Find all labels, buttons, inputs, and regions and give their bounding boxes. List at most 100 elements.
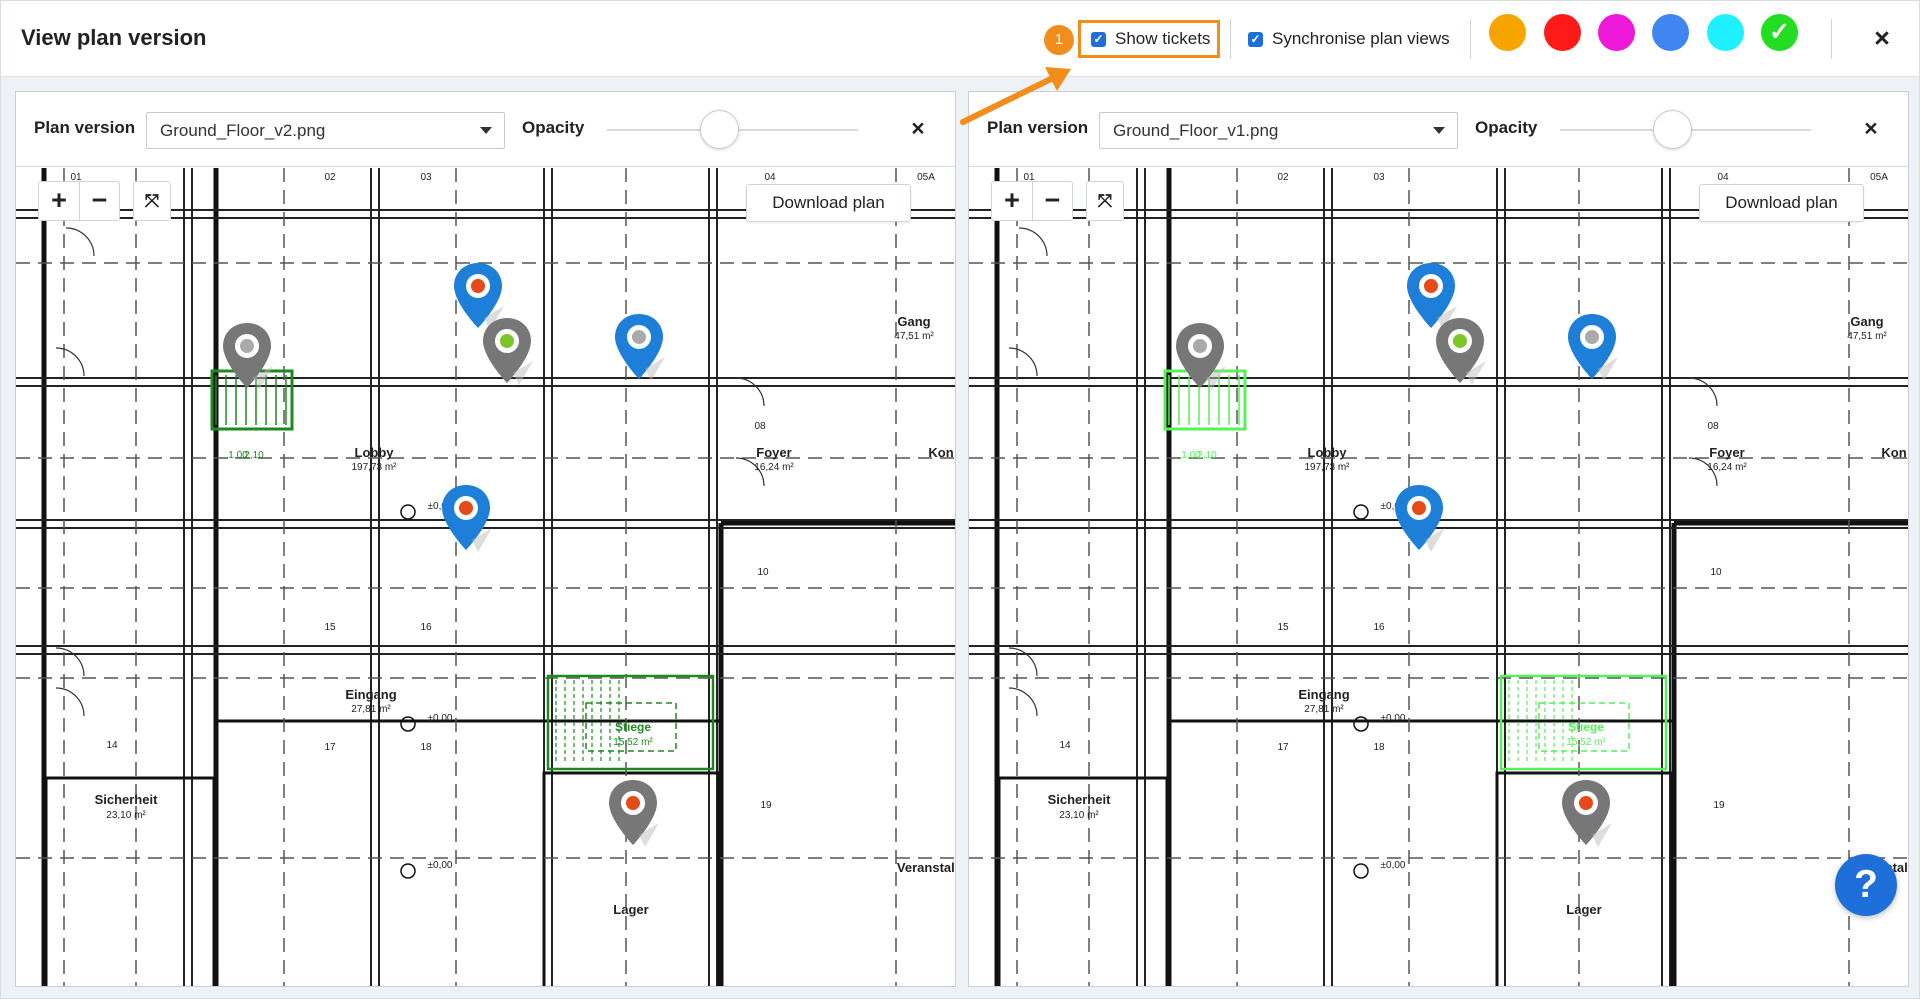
elevation-marker [1353,716,1369,732]
opacity-label: Opacity [522,118,585,137]
pin-dot [1193,339,1207,353]
room-name: Gang [1850,314,1883,329]
color-swatch-blue[interactable] [1652,14,1689,51]
plan-panel-left: Plan version Ground_Floor_v2.png Opacity… [15,91,956,987]
room-name: Lobby [1308,445,1348,460]
door-number: 05A [917,172,935,183]
elevation-label: ±0,00 [1381,860,1406,871]
ticket-pin-blue-grey [1568,314,1618,381]
floor-plan-drawing[interactable]: 1,002,10 Stiege 15,52 m² Lobby 197,73 m² Foye… [16,168,955,987]
plan-version-label: Plan version [34,118,136,137]
room-area: 197,73 m² [1304,462,1350,473]
pin-dot [1412,501,1426,515]
ticket-pin-grey-green [483,318,533,385]
color-swatch-red[interactable] [1544,14,1581,51]
room-area: 15,52 m² [1566,737,1606,748]
room-area: 27,81 m² [1304,704,1344,715]
zoom-controls: + − [38,181,120,221]
dialog-close-button[interactable]: × [1868,24,1896,52]
panel-close-button[interactable]: × [1859,114,1883,142]
ticket-pin-blue-red [442,485,492,552]
elevation-label: ±0,00 [428,713,453,724]
plan-version-select[interactable]: Ground_Floor_v1.png [1099,112,1458,149]
door-swing [1008,347,1038,377]
plan-version-value: Ground_Floor_v1.png [1113,121,1279,140]
opacity-label: Opacity [1475,118,1538,137]
elevation-marker [400,716,416,732]
elevation-marker [400,863,416,879]
show-tickets-label: Show tickets [1115,29,1211,48]
elevation-label: ±0,00 [1381,713,1406,724]
door-swing [55,647,85,677]
door-number: 03 [1373,172,1385,183]
elevation-marker [1353,863,1369,879]
synchronise-checkbox[interactable]: ✓ [1248,31,1263,47]
room-name: Sicherheit [1048,792,1112,807]
door-number: 02 [324,172,336,183]
plan-geometry: 1,002,10 Stiege 15,52 m² Lobby 197,73 m² Foye… [16,168,955,986]
zoom-out-button[interactable]: − [79,182,119,220]
pin-dot [500,334,514,348]
chevron-down-icon [1433,127,1445,134]
room-name: Foyer [756,445,791,460]
pin-dot [471,279,485,293]
download-plan-button[interactable]: Download plan [1699,184,1864,222]
door-number: 10 [757,567,769,578]
ticket-pin-grey-red [609,780,659,847]
door-number: 08 [1707,421,1719,432]
elevation-marker [400,504,416,520]
dialog-title: View plan version [21,25,207,50]
plan-viewer[interactable]: 1,00 2,10 Stiege 15,52 m² Lobby 197,73 m² Foye… [16,168,955,987]
color-swatch-magenta[interactable] [1598,14,1635,51]
opacity-slider-thumb[interactable] [699,110,739,149]
fit-screen-icon[interactable]: ⤧ [133,181,171,221]
room-area: 197,73 m² [351,462,397,473]
door-number: 14 [106,740,118,751]
door-swing [1008,647,1038,677]
fit-screen-icon[interactable]: ⤧ [1086,181,1124,221]
synchronise-toggle[interactable]: ✓ Synchronise plan views [1248,20,1450,58]
room-name: Sicherheit [95,792,159,807]
door-number: 17 [324,742,336,753]
room-name: Veranstalt [897,860,955,875]
zoom-in-button[interactable]: + [39,182,79,220]
panel-header: Plan version Ground_Floor_v1.png Opacity… [969,92,1908,167]
callout-arrow [960,67,1071,125]
color-swatch-green-selected[interactable]: ✓ [1761,14,1798,51]
ticket-pin-blue-red [1407,263,1457,330]
pin-dot [459,501,473,515]
help-button[interactable]: ? [1835,854,1897,916]
zoom-in-button[interactable]: + [992,182,1032,220]
ticket-pin-blue-red [454,263,504,330]
panel-close-button[interactable]: × [906,114,930,142]
download-plan-button[interactable]: Download plan [746,184,911,222]
plan-viewer[interactable]: 1,00 2,10 Stiege 15,52 m² Lobby 197,73 m² Foye… [969,168,1908,987]
door-number: 19 [1713,800,1725,811]
plan-version-value: Ground_Floor_v2.png [160,121,326,140]
zoom-out-button[interactable]: − [1032,182,1072,220]
color-swatch-cyan[interactable] [1707,14,1744,51]
room-name: Stiege [1568,720,1604,734]
floor-plan-drawing[interactable]: 1,002,10 Stiege 15,52 m² Lobby 197,73 m² Foye… [969,168,1908,987]
panel-header: Plan version Ground_Floor_v2.png Opacity… [16,92,955,167]
room-name: Foyer [1709,445,1744,460]
room-area: 23,10 m² [106,810,146,821]
toolbar-divider [1831,19,1832,59]
plan-panel-right: Plan version Ground_Floor_v1.png Opacity… [968,91,1909,987]
door-swing [1688,377,1718,407]
pin-dot [240,339,254,353]
door-number: 03 [420,172,432,183]
opacity-slider-thumb[interactable] [1652,110,1692,149]
dim-label: 2,10 [244,450,264,461]
step-badge: 1 [1044,25,1074,55]
toolbar-divider [1230,19,1231,59]
room-name: Kon [1881,445,1906,460]
highlight-elevator: 1,002,10 [1163,369,1247,461]
plan-version-select[interactable]: Ground_Floor_v2.png [146,112,505,149]
show-tickets-checkbox[interactable]: ✓ [1091,31,1106,47]
elevation-label: ±0,00 [428,860,453,871]
color-swatch-orange[interactable] [1489,14,1526,51]
show-tickets-toggle[interactable]: ✓ Show tickets [1078,20,1220,58]
door-number: 08 [754,421,766,432]
view-plan-version-dialog: View plan version 1 ✓ Show tickets ✓ Syn… [0,0,1920,999]
